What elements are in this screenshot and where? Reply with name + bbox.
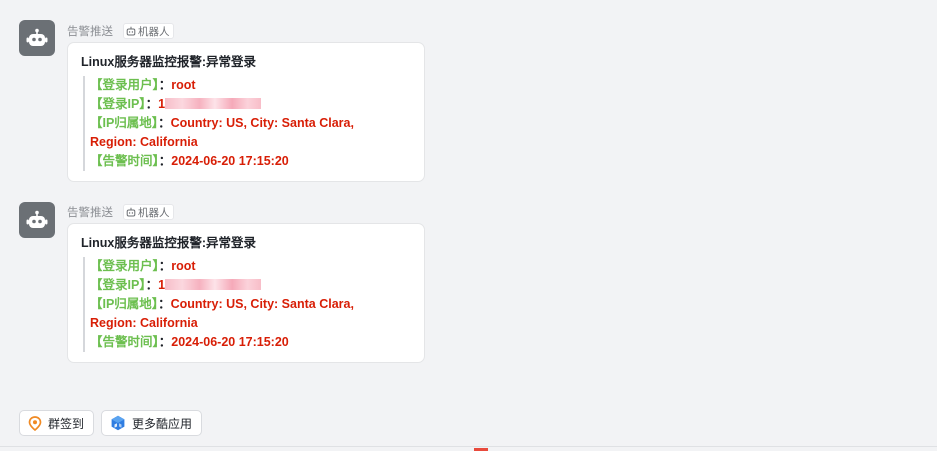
bot-tag-label: 机器人 [138, 206, 170, 219]
field-separator: ： [145, 97, 159, 111]
field-value: 2024-06-20 17:15:20 [171, 154, 289, 168]
field-value: Country: US, City: Santa Clara, [170, 297, 354, 311]
robot-tag-icon [126, 207, 136, 217]
sender-name[interactable]: 告警推送 [67, 204, 113, 220]
sender-line: 告警推送 机器人 [67, 23, 174, 39]
field-login-user: 【登录用户】：root [90, 76, 412, 95]
field-alert-time: 【告警时间】：2024-06-20 17:15:20 [90, 152, 412, 171]
location-pin-icon [28, 415, 42, 431]
more-apps-button[interactable]: 更多酷应用 [101, 410, 203, 436]
field-separator: ： [158, 335, 172, 349]
bot-tag-label: 机器人 [138, 25, 170, 38]
field-value: Region: California [90, 135, 198, 149]
field-login-ip: 【登录IP】：1 [90, 276, 412, 295]
field-value: 1 [158, 97, 166, 111]
field-login-ip: 【登录IP】：1 [90, 95, 412, 114]
field-label: 【登录用户】 [90, 259, 159, 273]
field-ip-location-cont: Region: California [90, 314, 412, 333]
field-login-user: 【登录用户】：root [90, 257, 412, 276]
field-separator: ： [158, 116, 171, 130]
field-label: 【告警时间】 [90, 154, 159, 168]
field-value: root [171, 78, 196, 92]
field-label: 【IP归属地】 [90, 297, 159, 311]
apps-icon [110, 415, 126, 431]
field-label: 【登录IP】 [90, 278, 146, 292]
robot-tag-icon [126, 26, 136, 36]
field-separator: ： [158, 259, 172, 273]
field-value: Region: California [90, 316, 198, 330]
bot-tag: 机器人 [123, 23, 174, 39]
field-separator: ： [145, 278, 159, 292]
field-separator: ： [158, 154, 172, 168]
field-value: root [171, 259, 196, 273]
redaction-mask [165, 279, 262, 290]
robot-icon [26, 28, 48, 46]
field-separator: ： [158, 297, 171, 311]
input-divider [0, 446, 937, 447]
field-value: Country: US, City: Santa Clara, [170, 116, 354, 130]
card-title: Linux服务器监控报警:异常登录 [81, 55, 256, 69]
field-value: 1 [158, 278, 166, 292]
field-ip-location: 【IP归属地】：Country: US, City: Santa Clara, [90, 295, 412, 314]
alert-card[interactable]: Linux服务器监控报警:异常登录 【登录用户】：root 【登录IP】：1 【… [67, 223, 425, 363]
group-checkin-label: 群签到 [48, 416, 85, 431]
cool-apps-bar: 群签到 更多酷应用 [19, 410, 203, 436]
field-alert-time: 【告警时间】：2024-06-20 17:15:20 [90, 333, 412, 352]
field-separator: ： [158, 78, 172, 92]
field-label: 【登录用户】 [90, 78, 159, 92]
group-checkin-button[interactable]: 群签到 [19, 410, 95, 436]
bot-avatar[interactable] [19, 20, 55, 56]
sender-line: 告警推送 机器人 [67, 204, 174, 220]
field-label: 【登录IP】 [90, 97, 146, 111]
field-value: 2024-06-20 17:15:20 [171, 335, 289, 349]
alert-fields: 【登录用户】：root 【登录IP】：1 【IP归属地】：Country: US… [83, 76, 412, 171]
redaction-mask [165, 98, 262, 109]
robot-icon [26, 210, 48, 228]
field-label: 【告警时间】 [90, 335, 159, 349]
alert-card[interactable]: Linux服务器监控报警:异常登录 【登录用户】：root 【登录IP】：1 【… [67, 42, 425, 182]
field-ip-location-cont: Region: California [90, 133, 412, 152]
bot-avatar[interactable] [19, 202, 55, 238]
field-ip-location: 【IP归属地】：Country: US, City: Santa Clara, [90, 114, 412, 133]
bot-tag: 机器人 [123, 204, 174, 220]
field-label: 【IP归属地】 [90, 116, 159, 130]
sender-name[interactable]: 告警推送 [67, 23, 113, 39]
card-title: Linux服务器监控报警:异常登录 [81, 236, 256, 250]
more-apps-label: 更多酷应用 [132, 416, 193, 431]
alert-fields: 【登录用户】：root 【登录IP】：1 【IP归属地】：Country: US… [83, 257, 412, 352]
